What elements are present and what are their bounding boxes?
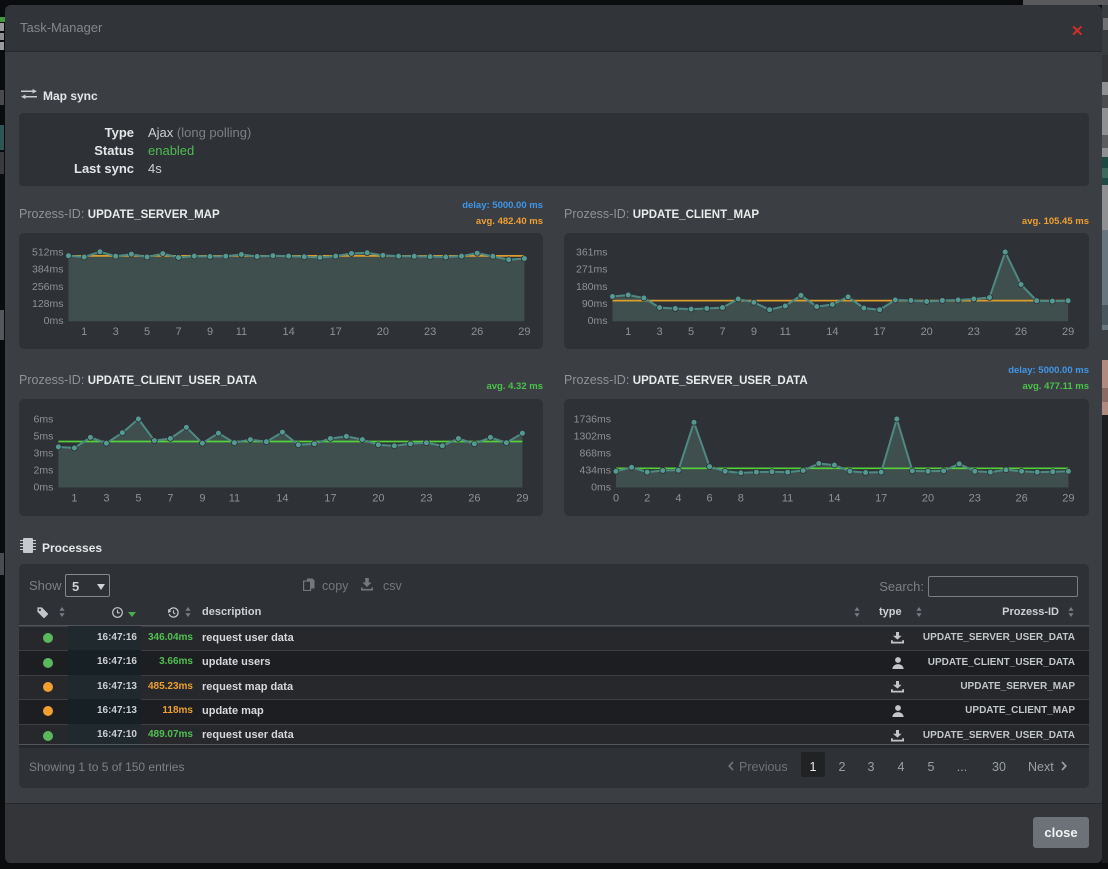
svg-text:90ms: 90ms xyxy=(582,298,608,310)
svg-text:8: 8 xyxy=(738,492,744,504)
svg-text:256ms: 256ms xyxy=(32,281,64,293)
svg-text:26: 26 xyxy=(471,326,483,338)
svg-text:1302ms: 1302ms xyxy=(574,431,611,443)
svg-text:29: 29 xyxy=(518,326,530,338)
svg-text:26: 26 xyxy=(1015,326,1027,338)
svg-text:180ms: 180ms xyxy=(576,281,608,293)
svg-text:6: 6 xyxy=(707,492,713,504)
svg-text:3: 3 xyxy=(657,326,663,338)
svg-text:11: 11 xyxy=(236,326,247,338)
svg-text:7: 7 xyxy=(167,492,173,504)
svg-text:9: 9 xyxy=(207,326,213,338)
svg-text:9: 9 xyxy=(199,492,205,504)
svg-text:7: 7 xyxy=(719,326,725,338)
svg-text:271ms: 271ms xyxy=(576,264,608,276)
svg-text:0ms: 0ms xyxy=(34,482,54,494)
svg-text:20: 20 xyxy=(922,492,934,504)
svg-text:868ms: 868ms xyxy=(579,448,611,460)
svg-text:0ms: 0ms xyxy=(44,315,64,327)
svg-text:14: 14 xyxy=(828,492,840,504)
svg-text:1: 1 xyxy=(81,326,87,338)
svg-text:11: 11 xyxy=(229,492,240,504)
svg-text:5: 5 xyxy=(688,326,694,338)
svg-text:26: 26 xyxy=(468,492,480,504)
svg-text:17: 17 xyxy=(330,326,342,338)
svg-text:3ms: 3ms xyxy=(34,448,54,460)
svg-text:11: 11 xyxy=(782,492,793,504)
svg-text:20: 20 xyxy=(921,326,933,338)
svg-text:5ms: 5ms xyxy=(34,431,54,443)
svg-text:14: 14 xyxy=(276,492,288,504)
svg-text:6ms: 6ms xyxy=(34,414,54,426)
svg-text:2: 2 xyxy=(644,492,650,504)
svg-text:29: 29 xyxy=(1062,326,1074,338)
svg-text:512ms: 512ms xyxy=(32,246,64,258)
svg-text:1: 1 xyxy=(71,492,77,504)
svg-text:7: 7 xyxy=(175,326,181,338)
svg-text:23: 23 xyxy=(420,492,432,504)
svg-text:384ms: 384ms xyxy=(32,264,64,276)
svg-text:2ms: 2ms xyxy=(34,465,54,477)
svg-text:17: 17 xyxy=(873,326,885,338)
svg-text:26: 26 xyxy=(1015,492,1027,504)
svg-text:11: 11 xyxy=(780,326,791,338)
svg-text:20: 20 xyxy=(377,326,389,338)
svg-text:29: 29 xyxy=(516,492,528,504)
svg-text:23: 23 xyxy=(969,492,981,504)
svg-text:0: 0 xyxy=(613,492,619,504)
svg-text:9: 9 xyxy=(751,326,757,338)
svg-text:17: 17 xyxy=(324,492,336,504)
svg-text:14: 14 xyxy=(282,326,294,338)
svg-text:361ms: 361ms xyxy=(576,246,608,258)
svg-text:3: 3 xyxy=(103,492,109,504)
svg-text:14: 14 xyxy=(826,326,838,338)
svg-text:1736ms: 1736ms xyxy=(574,414,611,426)
svg-text:0ms: 0ms xyxy=(591,482,611,494)
svg-text:0ms: 0ms xyxy=(588,315,608,327)
svg-text:23: 23 xyxy=(424,326,436,338)
svg-text:5: 5 xyxy=(135,492,141,504)
svg-text:17: 17 xyxy=(875,492,887,504)
svg-text:3: 3 xyxy=(113,326,119,338)
svg-text:20: 20 xyxy=(372,492,384,504)
svg-text:23: 23 xyxy=(968,326,980,338)
svg-text:1: 1 xyxy=(625,326,631,338)
svg-text:5: 5 xyxy=(144,326,150,338)
svg-text:29: 29 xyxy=(1062,492,1074,504)
svg-text:4: 4 xyxy=(675,492,681,504)
svg-text:128ms: 128ms xyxy=(32,298,64,310)
svg-text:434ms: 434ms xyxy=(579,465,611,477)
